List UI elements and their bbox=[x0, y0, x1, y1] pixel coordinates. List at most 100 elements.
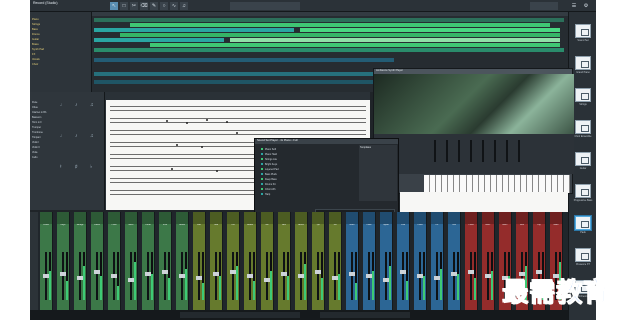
clip[interactable] bbox=[120, 33, 560, 37]
note[interactable] bbox=[226, 121, 228, 123]
instrument-row[interactable]: Layered Pad bbox=[261, 168, 321, 171]
rest-icon[interactable]: 𝄽 bbox=[60, 164, 72, 192]
clip[interactable] bbox=[150, 43, 560, 47]
clip[interactable] bbox=[94, 38, 224, 42]
channel-name[interactable]: Gtr2 bbox=[278, 224, 290, 228]
preset-item[interactable]: Presence XT bbox=[573, 248, 593, 266]
channel-inserts[interactable] bbox=[448, 212, 460, 224]
listen-icon[interactable]: ♫ bbox=[180, 2, 188, 10]
channel-name[interactable]: Tom bbox=[210, 224, 222, 228]
channel-inserts[interactable] bbox=[40, 212, 52, 224]
track-header[interactable]: Strings bbox=[32, 23, 90, 27]
channel-inserts[interactable] bbox=[397, 212, 409, 224]
clip[interactable] bbox=[94, 58, 394, 62]
instrument-row[interactable]: Choir Ahh bbox=[261, 188, 321, 191]
track-header[interactable]: Synth Pad bbox=[32, 48, 90, 52]
instrument-row[interactable]: Strings Lite bbox=[261, 158, 321, 161]
channel-name[interactable]: OH bbox=[227, 224, 239, 228]
flat-icon[interactable]: ♭ bbox=[90, 164, 102, 192]
channel-name[interactable]: Lead bbox=[414, 224, 426, 228]
channel-inserts[interactable] bbox=[142, 212, 154, 224]
instrument-row[interactable]: Piano Soft bbox=[261, 148, 321, 151]
channel-name[interactable]: Tpt bbox=[312, 224, 324, 228]
channel-inserts[interactable] bbox=[261, 212, 273, 224]
channel-inserts[interactable] bbox=[193, 212, 205, 224]
instrument-row[interactable]: Harp bbox=[261, 193, 321, 196]
channel-name[interactable]: Dly bbox=[533, 224, 545, 228]
split-icon[interactable]: ✂ bbox=[130, 2, 138, 10]
channel-inserts[interactable] bbox=[499, 212, 511, 224]
track-header[interactable]: Bass bbox=[32, 28, 90, 32]
note[interactable] bbox=[236, 132, 238, 134]
channel-inserts[interactable] bbox=[91, 212, 103, 224]
note[interactable] bbox=[216, 170, 218, 172]
channel-inserts[interactable] bbox=[74, 212, 86, 224]
timeline-position[interactable] bbox=[230, 2, 300, 10]
channel-name[interactable]: Violas bbox=[91, 224, 103, 228]
channel-inserts[interactable] bbox=[346, 212, 358, 224]
channel-inserts[interactable] bbox=[431, 212, 443, 224]
mix-icon[interactable]: ☰ bbox=[570, 2, 578, 10]
channel-name[interactable]: Main bbox=[550, 224, 562, 228]
channel-name[interactable]: Piano bbox=[40, 224, 52, 228]
channel-name[interactable]: Horn bbox=[346, 224, 358, 228]
preset-item[interactable]: Sound Set bbox=[573, 24, 593, 42]
channel-inserts[interactable] bbox=[57, 212, 69, 224]
arrow-icon[interactable]: ↖ bbox=[110, 2, 118, 10]
mute-icon[interactable]: ○ bbox=[160, 2, 168, 10]
synth-slider[interactable] bbox=[458, 140, 460, 162]
note[interactable] bbox=[201, 146, 203, 148]
view-switcher[interactable] bbox=[530, 2, 558, 10]
note[interactable] bbox=[166, 120, 168, 122]
channel-name[interactable]: Trb bbox=[329, 224, 341, 228]
note-icon[interactable]: ♫ bbox=[90, 133, 102, 161]
preset-item[interactable]: Guitar bbox=[573, 152, 593, 170]
channel-name[interactable]: Gtr bbox=[261, 224, 273, 228]
bend-icon[interactable]: ∿ bbox=[170, 2, 178, 10]
channel-name[interactable]: Room bbox=[244, 224, 256, 228]
instrument-row[interactable]: Bass Pluck bbox=[261, 173, 321, 176]
channel-inserts[interactable] bbox=[108, 212, 120, 224]
channel-name[interactable]: Brass bbox=[295, 224, 307, 228]
note-icon[interactable]: ♩ bbox=[60, 102, 72, 130]
instrument-row[interactable]: Drums Kit bbox=[261, 183, 321, 186]
track-header[interactable]: Drums bbox=[32, 33, 90, 37]
preset-item-selected[interactable]: Pads bbox=[573, 216, 593, 234]
clip[interactable] bbox=[94, 28, 294, 32]
track-header[interactable]: Choir bbox=[32, 63, 90, 67]
clip[interactable] bbox=[130, 23, 550, 27]
channel-inserts[interactable] bbox=[159, 212, 171, 224]
sharp-icon[interactable]: ♯ bbox=[75, 164, 87, 192]
preset-item[interactable]: Grand Piano bbox=[573, 56, 593, 74]
channel-name[interactable]: Snare bbox=[176, 224, 188, 228]
clip[interactable] bbox=[94, 48, 564, 52]
channel-inserts[interactable] bbox=[227, 212, 239, 224]
instrument-row[interactable]: Deep Bass bbox=[261, 178, 321, 181]
channel-inserts[interactable] bbox=[465, 212, 477, 224]
channel-name[interactable]: Hat bbox=[193, 224, 205, 228]
note[interactable] bbox=[176, 144, 178, 146]
channel-name[interactable]: Choir bbox=[465, 224, 477, 228]
channel-name[interactable]: Bus2 bbox=[499, 224, 511, 228]
channel-inserts[interactable] bbox=[312, 212, 324, 224]
channel-inserts[interactable] bbox=[329, 212, 341, 224]
channel-inserts[interactable] bbox=[363, 212, 375, 224]
channel-inserts[interactable] bbox=[550, 212, 562, 224]
synth-slider[interactable] bbox=[434, 140, 436, 162]
track-header[interactable]: Brass bbox=[32, 43, 90, 47]
synth-slider[interactable] bbox=[482, 140, 484, 162]
synth-slider[interactable] bbox=[446, 140, 448, 162]
channel-name[interactable]: Bass bbox=[125, 224, 137, 228]
transport-controls[interactable] bbox=[180, 312, 300, 318]
channel-inserts[interactable] bbox=[244, 212, 256, 224]
clip[interactable] bbox=[94, 18, 564, 22]
clip[interactable] bbox=[300, 28, 560, 32]
channel-name[interactable]: Pad bbox=[397, 224, 409, 228]
paint-icon[interactable]: ✎ bbox=[150, 2, 158, 10]
channel-name[interactable]: Cello bbox=[108, 224, 120, 228]
channel-name[interactable]: Kick bbox=[159, 224, 171, 228]
channel-name[interactable]: Bus1 bbox=[482, 224, 494, 228]
instrument-name[interactable]: Cello bbox=[32, 155, 56, 160]
channel-inserts[interactable] bbox=[278, 212, 290, 224]
channel-name[interactable]: FX bbox=[431, 224, 443, 228]
